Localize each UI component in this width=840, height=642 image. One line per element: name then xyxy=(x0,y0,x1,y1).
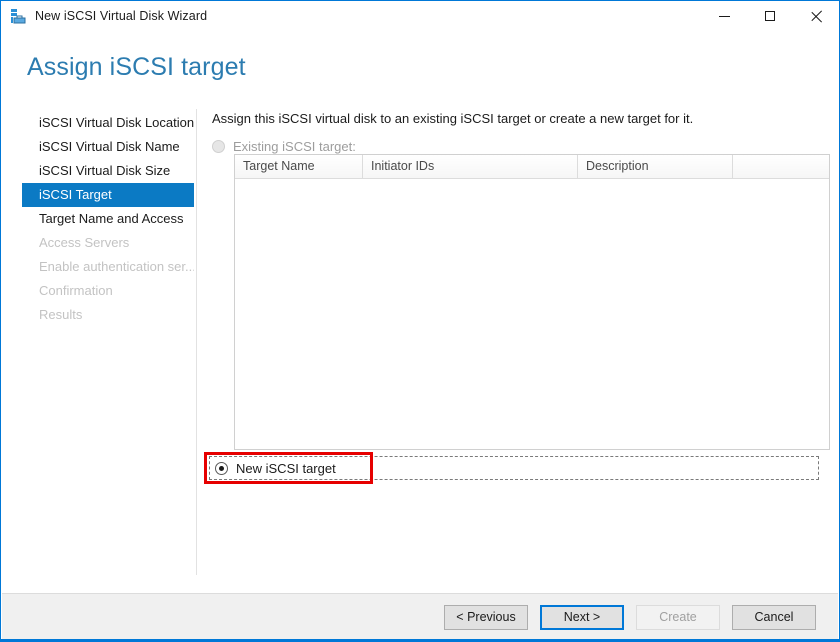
previous-button[interactable]: < Previous xyxy=(444,605,528,630)
sidebar-item-enable-authentication: Enable authentication ser... xyxy=(39,259,194,274)
sidebar-item-access-servers: Access Servers xyxy=(39,235,130,250)
footer-bar: < Previous Next > Create Cancel xyxy=(2,594,838,641)
existing-target-radio[interactable] xyxy=(212,140,225,153)
wizard-window: New iSCSI Virtual Disk Wizard Assign iSC… xyxy=(0,0,840,642)
new-target-label: New iSCSI target xyxy=(236,460,336,476)
instruction-text: Assign this iSCSI virtual disk to an exi… xyxy=(212,111,694,126)
column-header-description[interactable]: Description xyxy=(578,155,733,178)
sidebar-item-target-name-and-access[interactable]: Target Name and Access xyxy=(22,207,194,231)
minimize-icon[interactable] xyxy=(701,1,747,31)
cancel-button[interactable]: Cancel xyxy=(732,605,816,630)
next-button[interactable]: Next > xyxy=(540,605,624,630)
new-target-radio[interactable] xyxy=(215,461,228,475)
iscsi-virtual-disk-icon xyxy=(10,8,26,24)
new-target-section: New iSCSI target xyxy=(204,452,819,484)
column-header-initiator-ids[interactable]: Initiator IDs xyxy=(363,155,578,178)
window-controls xyxy=(701,1,839,31)
create-button: Create xyxy=(636,605,720,630)
sidebar-item-iscsi-virtual-disk-name[interactable]: iSCSI Virtual Disk Name xyxy=(22,135,194,159)
window-title: New iSCSI Virtual Disk Wizard xyxy=(35,9,208,23)
title-bar: New iSCSI Virtual Disk Wizard xyxy=(1,1,839,31)
maximize-icon[interactable] xyxy=(747,1,793,31)
sidebar-divider xyxy=(196,109,197,575)
sidebar-item-results: Results xyxy=(39,307,83,322)
sidebar-item-confirmation: Confirmation xyxy=(39,283,113,298)
sidebar-item-iscsi-virtual-disk-location[interactable]: iSCSI Virtual Disk Location xyxy=(22,111,194,135)
new-target-radio-row[interactable]: New iSCSI target xyxy=(215,460,336,476)
close-icon[interactable] xyxy=(793,1,839,31)
existing-target-radio-row[interactable]: Existing iSCSI target: xyxy=(212,138,819,155)
wizard-step-list: iSCSI Virtual Disk Location iSCSI Virtua… xyxy=(22,111,194,327)
main-content: Assign this iSCSI virtual disk to an exi… xyxy=(204,111,830,484)
sidebar-item-iscsi-target[interactable]: iSCSI Target xyxy=(22,183,194,207)
footer-button-row: < Previous Next > Create Cancel xyxy=(444,605,816,630)
table-body-empty[interactable] xyxy=(235,179,829,449)
existing-target-label: Existing iSCSI target: xyxy=(233,139,356,154)
window-bottom-accent xyxy=(1,639,839,641)
column-header-target-name[interactable]: Target Name xyxy=(235,155,363,178)
column-header-empty[interactable] xyxy=(733,155,829,178)
sidebar-item-iscsi-virtual-disk-size[interactable]: iSCSI Virtual Disk Size xyxy=(22,159,194,183)
page-title: Assign iSCSI target xyxy=(27,53,246,81)
table-header-row: Target Name Initiator IDs Description xyxy=(235,155,829,179)
existing-targets-listbox[interactable]: Target Name Initiator IDs Description xyxy=(234,154,830,450)
